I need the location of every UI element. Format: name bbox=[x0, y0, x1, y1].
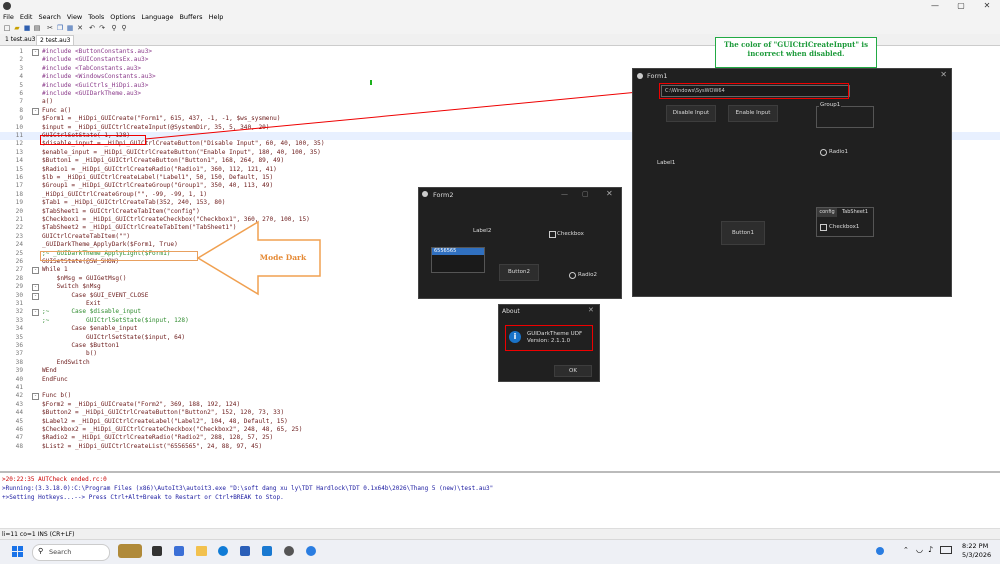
tray-chevron-icon[interactable]: ⌃ bbox=[903, 546, 909, 554]
scite-icon[interactable] bbox=[306, 546, 316, 556]
form1-input-highlight bbox=[659, 83, 849, 99]
wifi-icon[interactable]: ◡ bbox=[916, 545, 923, 554]
group1-box bbox=[816, 106, 874, 128]
edge-icon[interactable] bbox=[218, 546, 228, 556]
autoit-icon[interactable] bbox=[284, 546, 294, 556]
output-line: >20:22:35 AUTCheck ended.rc:0 bbox=[2, 476, 107, 483]
red-pointer-line bbox=[144, 89, 661, 140]
label1: Label1 bbox=[657, 160, 676, 166]
tab-config[interactable]: config bbox=[817, 208, 837, 217]
form1-window: Form1 ✕ C:\Windows\SysWOW64 Disable Inpu… bbox=[632, 68, 952, 297]
about-close-icon[interactable]: ✕ bbox=[588, 306, 594, 314]
file-explorer-icon[interactable] bbox=[196, 546, 207, 556]
volume-icon[interactable]: ♪ bbox=[928, 545, 933, 554]
group1-label: Group1 bbox=[819, 102, 842, 108]
windows-start-icon[interactable] bbox=[12, 546, 23, 557]
tab-tabsheet1[interactable]: TabSheet1 bbox=[839, 208, 871, 217]
news-widget-icon[interactable] bbox=[118, 544, 142, 558]
about-dialog: About ✕ i GUIDarkTheme UDF Version: 2.1.… bbox=[498, 304, 600, 382]
list2[interactable]: 6556565 bbox=[431, 247, 485, 273]
search-placeholder: Search bbox=[49, 548, 72, 556]
about-ok-button[interactable]: OK bbox=[554, 365, 592, 377]
info-icon: i bbox=[509, 331, 521, 343]
task-view-icon[interactable] bbox=[152, 546, 162, 556]
form2-title: Form2 bbox=[433, 191, 454, 199]
label2: Label2 bbox=[473, 228, 492, 234]
output-pane[interactable]: >20:22:35 AUTCheck ended.rc:0 >Running:(… bbox=[0, 471, 1000, 525]
form2-minimize-icon[interactable]: — bbox=[561, 190, 568, 198]
button2[interactable]: Button2 bbox=[499, 264, 539, 281]
output-line: >Running:(3.3.18.0):C:\Program Files (x8… bbox=[2, 485, 494, 492]
enable-input-button[interactable]: Enable Input bbox=[728, 105, 778, 122]
disable-input-button[interactable]: Disable Input bbox=[666, 105, 716, 122]
output-line: +>Setting Hotkeys...--> Press Ctrl+Alt+B… bbox=[2, 494, 284, 501]
about-name: GUIDarkTheme UDF bbox=[527, 331, 583, 337]
issue-callout: The color of "GUICtrlCreateInput" is inc… bbox=[715, 37, 877, 68]
battery-icon[interactable] bbox=[940, 546, 952, 554]
tray-app-icon[interactable] bbox=[876, 547, 884, 555]
clock-time[interactable]: 8:22 PM bbox=[962, 542, 988, 550]
clock-date[interactable]: 5/3/2026 bbox=[962, 551, 991, 559]
store-icon[interactable] bbox=[240, 546, 250, 556]
form2-window: Form2 — ▢ ✕ Label2 Checkbox 6556565 Butt… bbox=[418, 187, 622, 299]
radio1-button[interactable] bbox=[820, 149, 827, 156]
form2-close-icon[interactable]: ✕ bbox=[606, 189, 613, 198]
mail-icon[interactable] bbox=[262, 546, 272, 556]
search-icon: ⚲ bbox=[38, 547, 44, 555]
button1[interactable]: Button1 bbox=[721, 221, 765, 245]
checkbox1-label: Checkbox1 bbox=[829, 224, 860, 230]
checkbox1[interactable] bbox=[820, 224, 827, 231]
checkbox2-label: Checkbox bbox=[557, 231, 584, 237]
radio2-label: Radio2 bbox=[578, 272, 597, 278]
list2-item[interactable]: 6556565 bbox=[432, 248, 484, 255]
radio2-button[interactable] bbox=[569, 272, 576, 279]
about-title: About bbox=[502, 308, 520, 315]
about-version: Version: 2.1.1.0 bbox=[527, 338, 571, 344]
form1-close-icon[interactable]: ✕ bbox=[940, 70, 947, 79]
search-box[interactable]: ⚲ Search bbox=[32, 544, 110, 561]
checkbox2[interactable] bbox=[549, 231, 556, 238]
form2-maximize-icon[interactable]: ▢ bbox=[582, 190, 589, 198]
form1-title: Form1 bbox=[647, 72, 668, 80]
mode-dark-label: Mode Dark bbox=[259, 253, 307, 262]
radio1-label: Radio1 bbox=[829, 149, 848, 155]
taskbar: ⚲ Search ⌃ ◡ ♪ 8:22 PM 5/3/2026 bbox=[0, 539, 1000, 564]
copilot-icon[interactable] bbox=[174, 546, 184, 556]
